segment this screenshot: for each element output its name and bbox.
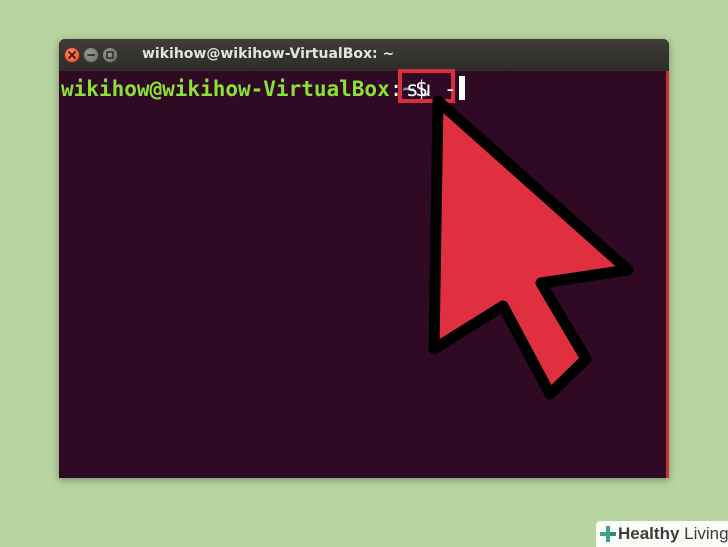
prompt-user: wikihow@wikihow-VirtualBox — [61, 77, 390, 101]
watermark: Healthy Living — [596, 521, 728, 547]
close-icon — [68, 51, 76, 59]
close-button[interactable] — [64, 47, 80, 63]
healthy-living-logo-icon — [600, 526, 616, 542]
window-titlebar[interactable]: wikihow@wikihow-VirtualBox: ~ — [59, 39, 669, 71]
terminal-command: su - — [406, 77, 457, 101]
terminal-cursor — [459, 76, 465, 100]
window-title: wikihow@wikihow-VirtualBox: ~ — [142, 46, 395, 62]
minimize-icon — [87, 54, 95, 56]
maximize-icon — [106, 51, 114, 59]
watermark-rest: Living — [679, 524, 728, 543]
watermark-bold: Healthy — [618, 524, 680, 543]
maximize-button[interactable] — [102, 47, 118, 63]
terminal-prompt[interactable]: wikihow@wikihow-VirtualBox:~$ — [61, 77, 440, 101]
terminal-edge — [666, 71, 669, 478]
watermark-text: Healthy Living — [618, 524, 728, 544]
terminal-window[interactable]: wikihow@wikihow-VirtualBox: ~ wikihow@wi… — [59, 39, 669, 478]
minimize-button[interactable] — [83, 47, 99, 63]
